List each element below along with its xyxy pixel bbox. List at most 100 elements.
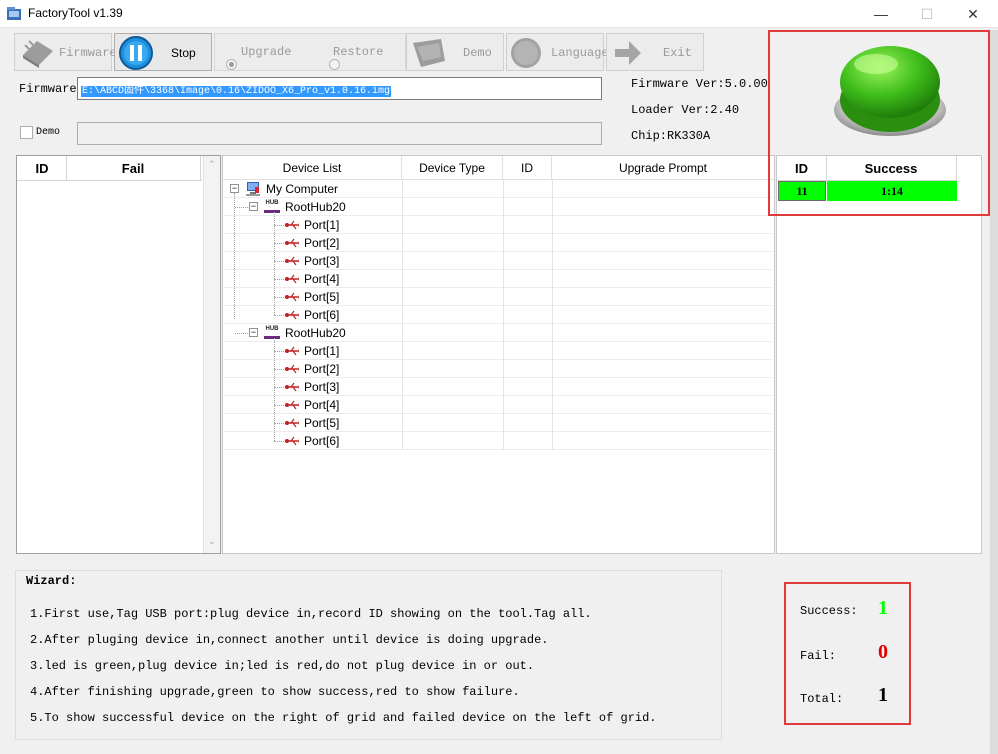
collapse-icon[interactable]: − [249,202,258,211]
exit-button[interactable]: Exit [606,33,704,71]
column-divider [402,414,403,432]
column-divider [503,252,504,270]
stop-button[interactable]: Stop [114,33,212,71]
wizard-step-1: 1.First use,Tag USB port:plug device in,… [30,607,592,621]
tree-port-label: Port[2] [304,236,340,250]
demo-path-input[interactable] [77,122,602,145]
upgrade-radio[interactable] [226,58,237,70]
usb-port-icon [285,400,299,410]
tree-port-row[interactable]: Port[4] [223,396,772,414]
scroll-down-icon[interactable]: ⌄ [208,536,216,547]
tree-port-label: Port[4] [304,398,340,412]
maximize-icon: ☐ [920,5,934,22]
title-bar: FactoryTool v1.39 — ☐ ✕ [0,0,998,28]
column-divider [402,324,403,342]
tree-connector [274,225,284,226]
tree-root-row[interactable]: − My Computer [223,180,772,198]
chip-info: Chip:RK330A [631,129,711,143]
col-device-list[interactable]: Device List [223,156,402,180]
mode-group: Upgrade Restore [214,33,406,71]
loader-version: Loader Ver:2.40 [631,103,740,117]
firmware-chip-icon [23,40,53,68]
tree-hub-row[interactable]: − HUB RootHub20 [223,198,772,216]
success-count-label: Success: [800,604,858,618]
minimize-button[interactable]: — [858,0,904,28]
column-divider [402,288,403,306]
fail-col-fail[interactable]: Fail [67,156,201,180]
tree-port-row[interactable]: Port[4] [223,270,772,288]
fail-scrollbar[interactable]: ⌃ ⌄ [203,156,220,553]
computer-icon [246,182,260,196]
fail-count-label: Fail: [800,649,837,663]
column-divider [503,360,504,378]
tree-hub-row[interactable]: − HUB RootHub20 [223,324,772,342]
column-divider [552,324,553,342]
usb-port-icon [285,238,299,248]
tree-hub-label: RootHub20 [285,200,346,214]
tree-port-row[interactable]: Port[6] [223,432,772,450]
column-divider [503,270,504,288]
collapse-icon[interactable]: − [230,184,239,193]
collapse-icon[interactable]: − [249,328,258,337]
wizard-step-2: 2.After pluging device in,connect anothe… [30,633,549,647]
maximize-button[interactable]: ☐ [904,0,950,28]
exit-button-label: Exit [663,46,692,60]
usb-port-icon [285,274,299,284]
col-upgrade-prompt[interactable]: Upgrade Prompt [552,156,774,180]
column-divider [552,234,553,252]
close-button[interactable]: ✕ [950,0,996,28]
column-divider [552,396,553,414]
usb-port-icon [285,292,299,302]
success-count: 1 [878,597,888,619]
column-divider [552,216,553,234]
tree-port-row[interactable]: Port[1] [223,216,772,234]
total-count: 1 [878,684,888,706]
tree-port-row[interactable]: Port[2] [223,360,772,378]
tree-port-row[interactable]: Port[2] [223,234,772,252]
tree-port-row[interactable]: Port[5] [223,414,772,432]
tree-connector [274,297,284,298]
tree-port-row[interactable]: Port[3] [223,252,772,270]
tree-port-label: Port[3] [304,254,340,268]
firmware-path-input[interactable]: E:\ABCD固件\3368\Image\0.16\ZIDOO_X6_Pro_v… [77,77,602,100]
demo-button[interactable]: Demo [406,33,504,71]
column-divider [503,378,504,396]
column-divider [552,270,553,288]
tree-port-row[interactable]: Port[6] [223,306,772,324]
usb-port-icon [285,364,299,374]
col-id[interactable]: ID [503,156,552,180]
firmware-label: Firmware [19,82,77,96]
restore-radio[interactable] [329,58,340,70]
column-divider [552,378,553,396]
demo-checkbox[interactable] [20,126,33,139]
firmware-button[interactable]: Firmware [14,33,117,71]
firmware-button-label: Firmware [59,46,117,60]
col-device-type[interactable]: Device Type [402,156,503,180]
pause-icon [119,36,153,70]
tree-port-label: Port[2] [304,362,340,376]
window-edge [990,30,998,754]
column-divider [552,198,553,216]
total-count-label: Total: [800,692,844,706]
demo-button-label: Demo [463,46,492,60]
fail-col-id[interactable]: ID [19,156,67,180]
column-divider [552,306,553,324]
scroll-up-icon[interactable]: ⌃ [208,159,216,170]
tree-connector [274,338,275,441]
tree-connector [234,193,235,319]
column-divider [503,234,504,252]
tree-port-row[interactable]: Port[1] [223,342,772,360]
column-divider [402,198,403,216]
tree-port-label: Port[6] [304,434,340,448]
arrow-right-icon [615,41,641,65]
language-button[interactable]: Language [506,33,609,71]
tree-connector [274,279,284,280]
fail-table-header: ID Fail [17,156,202,181]
tree-connector [274,261,284,262]
highlight-frame-status [768,30,990,216]
tree-port-row[interactable]: Port[5] [223,288,772,306]
column-divider [552,288,553,306]
tree-root-label: My Computer [266,182,339,196]
tree-port-row[interactable]: Port[3] [223,378,772,396]
usb-port-icon [285,256,299,266]
